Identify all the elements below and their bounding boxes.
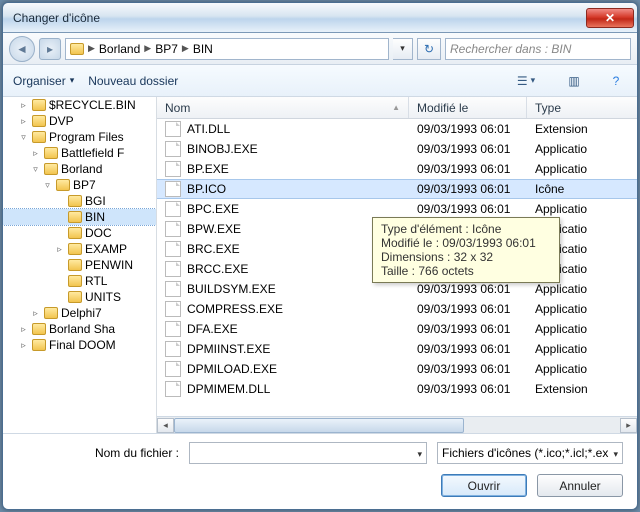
titlebar[interactable]: Changer d'icône ✕: [3, 3, 637, 33]
folder-icon: [68, 211, 82, 223]
column-headers[interactable]: Nom▲ Modifié le Type: [157, 97, 637, 119]
folder-icon: [32, 99, 46, 111]
organize-menu[interactable]: Organiser▾: [13, 74, 74, 88]
file-icon: [165, 161, 181, 177]
tree-item[interactable]: ▿BP7: [3, 177, 156, 193]
file-row[interactable]: BPC.EXE09/03/1993 06:01Applicatio: [157, 199, 637, 219]
new-folder-button[interactable]: Nouveau dossier: [88, 74, 178, 88]
chevron-right-icon: ▶: [88, 43, 95, 54]
file-row[interactable]: COMPRESS.EXE09/03/1993 06:01Applicatio: [157, 299, 637, 319]
folder-icon: [44, 163, 58, 175]
file-row[interactable]: DFA.EXE09/03/1993 06:01Applicatio: [157, 319, 637, 339]
scroll-thumb[interactable]: [174, 418, 464, 433]
folder-icon: [32, 115, 46, 127]
filename-input[interactable]: [189, 442, 427, 464]
tree-item[interactable]: DOC: [3, 225, 156, 241]
folder-icon: [44, 307, 58, 319]
filename-label: Nom du fichier :: [17, 446, 179, 460]
open-button[interactable]: Ouvrir: [441, 474, 527, 497]
tree-item[interactable]: ▹Final DOOM: [3, 337, 156, 353]
breadcrumb[interactable]: ▶ Borland ▶ BP7 ▶ BIN: [65, 38, 389, 60]
preview-pane-button[interactable]: ▥: [557, 70, 591, 92]
file-row[interactable]: BP.EXE09/03/1993 06:01Applicatio: [157, 159, 637, 179]
crumb-1[interactable]: BP7: [153, 42, 180, 56]
scroll-right-button[interactable]: ▸: [620, 418, 637, 433]
tree-item[interactable]: ▹DVP: [3, 113, 156, 129]
folder-icon: [44, 147, 58, 159]
tree-item[interactable]: ▹$RECYCLE.BIN: [3, 97, 156, 113]
file-row[interactable]: DPMIMEM.DLL09/03/1993 06:01Extension: [157, 379, 637, 399]
cancel-button[interactable]: Annuler: [537, 474, 623, 497]
tree-item[interactable]: BGI: [3, 193, 156, 209]
chevron-right-icon: ▶: [182, 43, 189, 54]
file-list-panel: Nom▲ Modifié le Type ATI.DLL09/03/1993 0…: [157, 97, 637, 433]
file-icon: [165, 201, 181, 217]
open-file-dialog: Changer d'icône ✕ ◄ ▸ ▶ Borland ▶ BP7 ▶ …: [2, 2, 638, 510]
dialog-body: ▹$RECYCLE.BIN▹DVP▿Program Files▹Battlefi…: [3, 97, 637, 434]
file-icon: [165, 221, 181, 237]
tree-item[interactable]: UNITS: [3, 289, 156, 305]
horizontal-scrollbar[interactable]: ◂ ▸: [157, 416, 637, 433]
file-row[interactable]: DPMILOAD.EXE09/03/1993 06:01Applicatio: [157, 359, 637, 379]
folder-icon: [68, 243, 82, 255]
folder-icon: [70, 43, 84, 55]
file-tooltip: Type d'élément : Icône Modifié le : 09/0…: [372, 217, 560, 283]
chevron-right-icon: ▶: [144, 43, 151, 54]
file-row[interactable]: BINOBJ.EXE09/03/1993 06:01Applicatio: [157, 139, 637, 159]
dialog-footer: Nom du fichier : Fichiers d'icônes (*.ic…: [3, 434, 637, 509]
folder-icon: [68, 291, 82, 303]
nav-back-button[interactable]: ◄: [9, 36, 35, 62]
folder-icon: [32, 131, 46, 143]
folder-icon: [68, 259, 82, 271]
help-button[interactable]: ?: [605, 70, 627, 92]
nav-forward-button[interactable]: ▸: [39, 38, 61, 60]
col-name: Nom▲: [157, 97, 409, 118]
file-icon: [165, 281, 181, 297]
crumb-0[interactable]: Borland: [97, 42, 142, 56]
window-title: Changer d'icône: [13, 11, 585, 25]
tree-item[interactable]: BIN: [3, 209, 156, 225]
file-row[interactable]: DPMIINST.EXE09/03/1993 06:01Applicatio: [157, 339, 637, 359]
file-icon: [165, 141, 181, 157]
folder-icon: [68, 227, 82, 239]
file-icon: [165, 241, 181, 257]
tree-item[interactable]: ▿Program Files: [3, 129, 156, 145]
folder-icon: [68, 275, 82, 287]
file-icon: [165, 261, 181, 277]
file-icon: [165, 121, 181, 137]
crumb-2[interactable]: BIN: [191, 42, 215, 56]
window-close-button[interactable]: ✕: [586, 8, 634, 28]
nav-row: ◄ ▸ ▶ Borland ▶ BP7 ▶ BIN ↻ Rechercher d…: [3, 33, 637, 65]
view-mode-button[interactable]: ☰ ▾: [509, 70, 543, 92]
folder-icon: [56, 179, 70, 191]
tree-item[interactable]: ▹Borland Sha: [3, 321, 156, 337]
file-icon: [165, 181, 181, 197]
col-modified: Modifié le: [409, 97, 527, 118]
breadcrumb-dropdown[interactable]: [393, 38, 413, 60]
tree-item[interactable]: ▹EXAMP: [3, 241, 156, 257]
file-icon: [165, 361, 181, 377]
toolbar: Organiser▾ Nouveau dossier ☰ ▾ ▥ ?: [3, 65, 637, 97]
tree-item[interactable]: RTL: [3, 273, 156, 289]
file-icon: [165, 381, 181, 397]
folder-icon: [32, 339, 46, 351]
scroll-left-button[interactable]: ◂: [157, 418, 174, 433]
tree-item[interactable]: PENWIN: [3, 257, 156, 273]
tree-item[interactable]: ▿Borland: [3, 161, 156, 177]
search-input[interactable]: Rechercher dans : BIN: [445, 38, 631, 60]
col-type: Type: [527, 97, 637, 118]
filetype-combo[interactable]: Fichiers d'icônes (*.ico;*.icl;*.ex: [437, 442, 623, 464]
refresh-button[interactable]: ↻: [417, 38, 441, 60]
file-icon: [165, 341, 181, 357]
tree-item[interactable]: ▹Battlefield F: [3, 145, 156, 161]
file-icon: [165, 301, 181, 317]
search-placeholder: Rechercher dans : BIN: [450, 42, 571, 56]
folder-tree[interactable]: ▹$RECYCLE.BIN▹DVP▿Program Files▹Battlefi…: [3, 97, 157, 433]
tree-item[interactable]: ▹Delphi7: [3, 305, 156, 321]
file-row[interactable]: ATI.DLL09/03/1993 06:01Extension: [157, 119, 637, 139]
file-row[interactable]: BP.ICO09/03/1993 06:01Icône: [157, 179, 637, 199]
folder-icon: [32, 323, 46, 335]
file-icon: [165, 321, 181, 337]
folder-icon: [68, 195, 82, 207]
